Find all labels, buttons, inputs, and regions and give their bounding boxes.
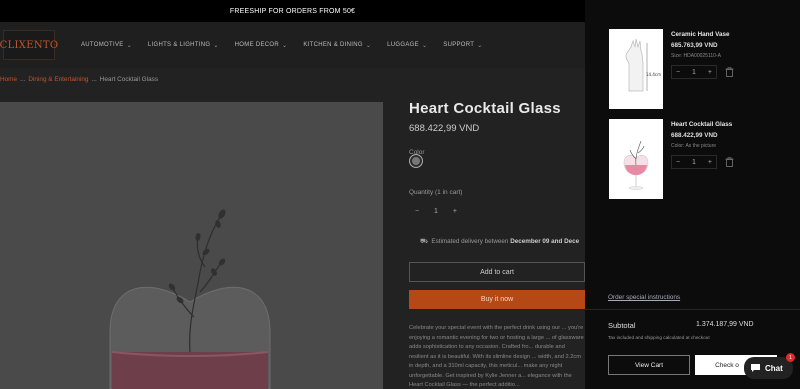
- chat-button[interactable]: Chat: [744, 357, 793, 379]
- plus-icon[interactable]: +: [708, 69, 712, 76]
- trash-icon[interactable]: [725, 67, 734, 77]
- page: FREESHIP FOR ORDERS FROM 50€ CLIXENTO AU…: [0, 0, 800, 389]
- trash-icon[interactable]: [725, 157, 734, 167]
- quantity-value[interactable]: 1: [692, 159, 696, 166]
- cart-item-price: 685.763,99 VND: [671, 42, 718, 49]
- minus-icon[interactable]: −: [676, 69, 680, 76]
- tax-note: Tax included and shipping calculated at …: [608, 335, 710, 340]
- cart-drawer: 14.4cm Ceramic Hand Vase 685.763,99 VND …: [585, 0, 800, 389]
- chat-label: Chat: [765, 363, 783, 373]
- quantity-stepper: − 1 +: [671, 65, 717, 79]
- cart-item-variant: Size: HDA00025110-A: [671, 53, 721, 59]
- cart-item-name[interactable]: Ceramic Hand Vase: [671, 31, 729, 38]
- divider: [585, 309, 800, 310]
- view-cart-button[interactable]: View Cart: [608, 355, 690, 375]
- chat-bubble-icon: [751, 364, 760, 372]
- cart-item-name[interactable]: Heart Cocktail Glass: [671, 121, 732, 128]
- order-instructions-link[interactable]: Order special instructions: [608, 294, 680, 301]
- subtotal-label: Subtotal: [608, 321, 636, 330]
- dimension-label: 14.4cm: [646, 72, 661, 77]
- subtotal-value: 1.374.187,99 VND: [696, 321, 754, 328]
- heart-glass-thumb-image: [609, 119, 663, 199]
- quantity-value[interactable]: 1: [692, 69, 696, 76]
- minus-icon[interactable]: −: [676, 159, 680, 166]
- cart-item-variant: Color: As the picture: [671, 143, 717, 149]
- drawer-overlay[interactable]: [0, 0, 585, 389]
- hand-vase-image: 14.4cm: [609, 29, 663, 109]
- quantity-stepper: − 1 +: [671, 155, 717, 169]
- cart-item-price: 688.422,99 VND: [671, 132, 718, 139]
- plus-icon[interactable]: +: [708, 159, 712, 166]
- chat-badge: 1: [786, 353, 795, 362]
- cart-item-thumbnail[interactable]: [609, 119, 663, 199]
- cart-item-thumbnail[interactable]: 14.4cm: [609, 29, 663, 109]
